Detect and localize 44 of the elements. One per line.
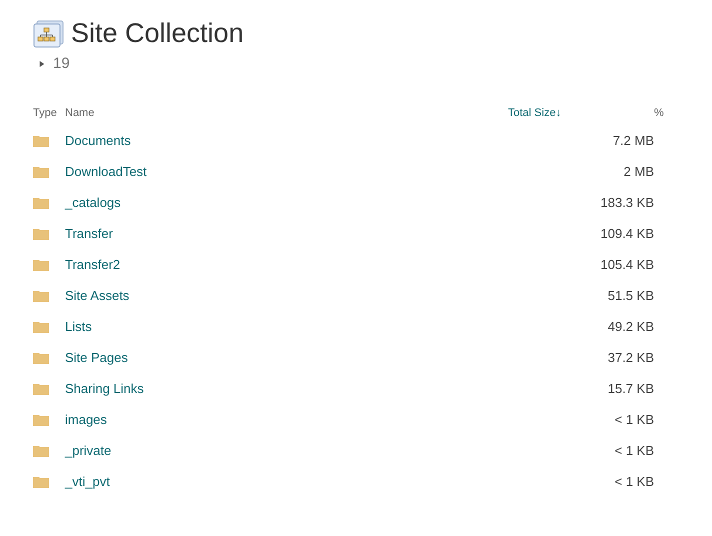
size-cell: 51.5 KB [608, 288, 654, 303]
page-title: Site Collection [71, 18, 244, 49]
size-cell: 49.2 KB [608, 319, 654, 334]
folder-link[interactable]: images [65, 412, 107, 427]
folder-icon [33, 382, 49, 394]
folder-link[interactable]: Site Assets [65, 288, 130, 303]
column-header: Name [65, 106, 94, 118]
size-cell: 105.4 KB [600, 257, 654, 272]
size-cell: 2 MB [624, 164, 654, 179]
folder-link[interactable]: _private [65, 443, 112, 458]
folder-icon [33, 320, 49, 332]
folder-link[interactable]: Lists [65, 319, 92, 334]
folder-icon [33, 444, 49, 456]
size-cell: 37.2 KB [608, 350, 654, 365]
folder-link[interactable]: _catalogs [65, 195, 121, 210]
folder-link[interactable]: Sharing Links [65, 381, 144, 396]
size-cell: 109.4 KB [600, 226, 654, 241]
item-count: 19 [53, 55, 70, 72]
folder-link[interactable]: DownloadTest [65, 164, 147, 179]
size-cell: 15.7 KB [608, 381, 654, 396]
size-cell: < 1 KB [614, 412, 654, 427]
column-header: % [654, 106, 664, 118]
expand-toggle[interactable] [39, 60, 45, 68]
folder-icon [33, 196, 49, 208]
folder-link[interactable]: Documents [65, 133, 131, 148]
folder-link[interactable]: Transfer2 [65, 257, 120, 272]
size-cell: < 1 KB [614, 443, 654, 458]
size-cell: 183.3 KB [600, 195, 654, 210]
folder-icon [33, 166, 49, 178]
folder-link[interactable]: Site Pages [65, 350, 128, 365]
folder-icon [33, 134, 49, 146]
size-cell: < 1 KB [614, 474, 654, 489]
column-header[interactable]: Total Size↓ [508, 106, 562, 118]
column-header: Type [33, 106, 57, 118]
folder-icon [33, 290, 49, 302]
folder-link[interactable]: _vti_pvt [65, 474, 110, 489]
site-hierarchy-icon [33, 20, 65, 48]
folder-icon [33, 258, 49, 270]
folder-icon [33, 228, 49, 240]
folder-link[interactable]: Transfer [65, 226, 113, 241]
folder-icon [33, 414, 49, 426]
size-cell: 7.2 MB [612, 133, 654, 148]
folder-icon [33, 352, 49, 364]
folder-icon [33, 476, 49, 488]
